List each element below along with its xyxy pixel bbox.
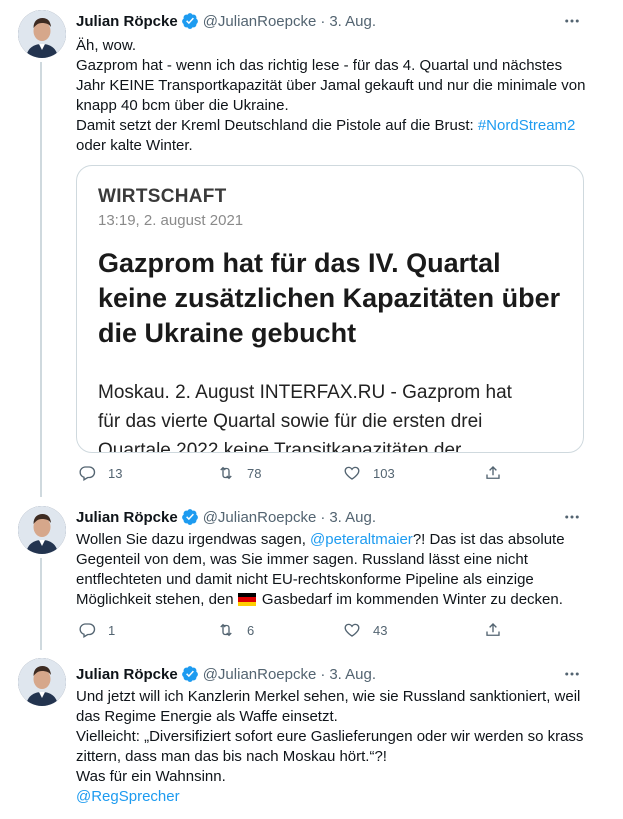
more-options-icon[interactable] — [563, 508, 581, 526]
hashtag-link[interactable]: #NordStream2 — [478, 117, 576, 134]
like-count: 103 — [373, 465, 395, 481]
share-icon — [486, 623, 500, 636]
reply-icon — [79, 466, 96, 481]
reply-button[interactable]: 1 — [78, 620, 115, 640]
thread-connector — [40, 62, 42, 497]
tweet-line-text: ?! Das ist das absolute — [412, 531, 565, 548]
tweet-line: Und jetzt will ich Kanzlerin Merkel sehe… — [76, 688, 581, 705]
tweet-line-text: Gasbedarf im kommenden Winter zu decken. — [257, 591, 563, 608]
tweet-date[interactable]: 3. Aug. — [329, 509, 376, 526]
tweet-line: Gazprom hat - wenn ich das richtig lese … — [76, 57, 563, 74]
tweet-line: Gegenteil von dem, was Sie immer sagen. … — [76, 551, 528, 568]
tweet-date[interactable]: 3. Aug. — [329, 13, 376, 30]
tweet-line-text: Wollen Sie dazu irgendwas sagen, — [76, 531, 311, 548]
tweet-line: Möglichkeit stehen, den Gasbedarf im kom… — [76, 590, 596, 610]
card-lead-line: Quartale 2022 keine Transitkapazitäten d… — [98, 440, 462, 453]
author-name[interactable]: Julian Röpcke — [76, 509, 178, 526]
tweet-line: Jahr KEINE Transportkapazität über Jamal… — [76, 77, 586, 94]
card-section: WIRTSCHAFT — [98, 186, 227, 207]
tweet-text: Wollen Sie dazu irgendwas sagen, @petera… — [76, 530, 596, 610]
separator-dot: · — [320, 12, 326, 30]
mention-link[interactable]: @RegSprecher — [76, 787, 596, 807]
more-options-icon[interactable] — [563, 665, 581, 683]
card-lead: Moskau. 2. August INTERFAX.RU - Gazprom … — [98, 378, 578, 453]
tweet-line: Vielleicht: „Diversifiziert sofort eure … — [76, 728, 584, 745]
verified-badge-icon — [181, 666, 198, 682]
reply-button[interactable]: 13 — [78, 463, 122, 483]
share-button[interactable] — [484, 463, 502, 483]
share-icon — [486, 466, 500, 479]
tweet-line: knapp 40 bcm über die Ukraine. — [76, 97, 289, 114]
verified-badge-icon — [181, 13, 198, 29]
author-handle[interactable]: @JulianRoepcke — [203, 666, 317, 683]
heart-icon — [344, 623, 360, 637]
more-options-icon[interactable] — [563, 12, 581, 30]
author-name[interactable]: Julian Röpcke — [76, 666, 178, 683]
reply-icon — [79, 623, 96, 638]
mention-link[interactable]: @peteraltmaier — [310, 531, 413, 548]
tweet-date[interactable]: 3. Aug. — [329, 666, 376, 683]
tweet-text: Und jetzt will ich Kanzlerin Merkel sehe… — [76, 687, 596, 807]
retweet-button[interactable]: 6 — [217, 620, 254, 640]
retweet-button[interactable]: 78 — [217, 463, 261, 483]
avatar[interactable] — [18, 658, 66, 706]
like-count: 43 — [373, 622, 388, 638]
tweet-line: entflechteten und damit nicht EU-rechtsk… — [76, 571, 534, 588]
thread-connector — [40, 558, 42, 650]
card-timestamp: 13:19, 2. august 2021 — [98, 212, 244, 229]
avatar[interactable] — [18, 506, 66, 554]
tweet-line: zittern, dass man das bis nach Moskau hö… — [76, 748, 387, 765]
retweet-count: 6 — [247, 622, 255, 638]
retweet-icon — [220, 466, 232, 480]
reply-count: 1 — [108, 622, 116, 638]
card-lead-line: für das vierte Quartal sowie für die ers… — [98, 411, 483, 432]
card-lead-line: Moskau. 2. August INTERFAX.RU - Gazprom … — [98, 382, 512, 403]
german-flag-icon — [237, 593, 256, 606]
separator-dot: · — [320, 665, 326, 683]
tweet-header: Julian Röpcke @JulianRoepcke · 3. Aug. — [76, 11, 376, 31]
link-preview-card[interactable]: WIRTSCHAFT 13:19, 2. august 2021 Gazprom… — [76, 165, 584, 453]
tweet-line-text: Möglichkeit stehen, den — [76, 591, 238, 608]
tweet-header: Julian Röpcke @JulianRoepcke · 3. Aug. — [76, 507, 376, 527]
card-headline: Gazprom hat für das IV. Quartal keine zu… — [98, 248, 561, 348]
separator-dot: · — [320, 508, 326, 526]
tweet-line: Was für ein Wahnsinn. — [76, 768, 226, 785]
tweet-line-text: Damit setzt der Kreml Deutschland die Pi… — [76, 117, 478, 134]
author-name[interactable]: Julian Röpcke — [76, 13, 178, 30]
verified-badge-icon — [181, 509, 198, 525]
share-button[interactable] — [484, 620, 502, 640]
reply-count: 13 — [108, 465, 123, 481]
tweet-text: Äh, wow. Gazprom hat - wenn ich das rich… — [76, 36, 596, 156]
author-handle[interactable]: @JulianRoepcke — [203, 509, 317, 526]
author-handle[interactable]: @JulianRoepcke — [203, 13, 317, 30]
heart-icon — [344, 466, 360, 480]
retweet-icon — [220, 623, 232, 637]
tweet-header: Julian Röpcke @JulianRoepcke · 3. Aug. — [76, 664, 376, 684]
tweet-line: Äh, wow. — [76, 37, 137, 54]
like-button[interactable]: 43 — [343, 620, 387, 640]
tweet-line: Damit setzt der Kreml Deutschland die Pi… — [76, 116, 596, 136]
tweet-line: Wollen Sie dazu irgendwas sagen, @petera… — [76, 530, 596, 550]
like-button[interactable]: 103 — [343, 463, 395, 483]
retweet-count: 78 — [247, 465, 262, 481]
tweet-line: das Regime Energie als Waffe einsetzt. — [76, 708, 338, 725]
tweet-line: oder kalte Winter. — [76, 137, 193, 154]
avatar[interactable] — [18, 10, 66, 58]
